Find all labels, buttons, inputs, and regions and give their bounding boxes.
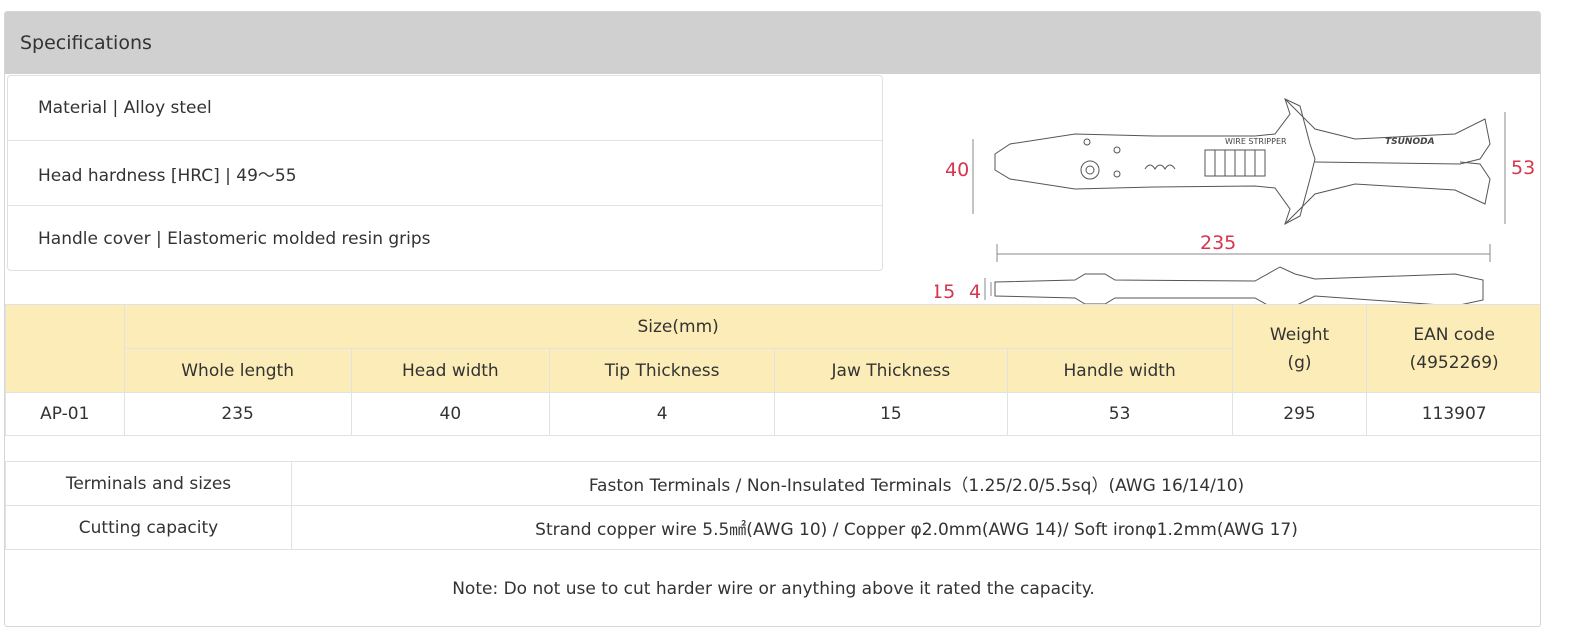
jaw-thickness-cell: 15: [774, 392, 1008, 436]
whole-length-cell: 235: [123, 392, 352, 436]
cutting-label: Cutting capacity: [5, 505, 292, 550]
spec-handle-cover: Handle cover | Elastomeric molded resin …: [38, 228, 431, 249]
handle-width-cell: 53: [1006, 392, 1233, 436]
ean-header-prefix: (4952269): [1409, 352, 1499, 373]
dim-tip-thickness: 4: [969, 281, 981, 303]
dim-handle-width: 53: [1511, 157, 1535, 179]
usage-note: Note: Do not use to cut harder wire or a…: [452, 579, 1095, 599]
ean-header: EAN code (4952269): [1366, 304, 1540, 393]
dim-whole-length: 235: [1200, 232, 1236, 254]
col-whole-length: Whole length: [123, 348, 352, 393]
detail-row-cutting: Cutting capacity Strand copper wire 5.5㎟…: [5, 505, 1540, 550]
weight-header-unit: (g): [1287, 352, 1312, 373]
details-table: Terminals and sizes Faston Terminals / N…: [5, 461, 1540, 550]
model-header-cell: [5, 304, 125, 393]
cutting-value: Strand copper wire 5.5㎟(AWG 10) / Copper…: [291, 505, 1540, 550]
brand-logo: TSUNODA: [1385, 137, 1435, 147]
spec-list: Material | Alloy steel Head hardness [HR…: [7, 75, 883, 271]
tip-thickness-cell: 4: [548, 392, 776, 436]
spec-material: Material | Alloy steel: [8, 76, 882, 141]
col-jaw-thickness: Jaw Thickness: [774, 348, 1008, 393]
weight-header: Weight (g): [1231, 304, 1368, 393]
plier-technical-drawing: WIRE STRIPPER TSUNODA 40 53 235 15 4: [935, 98, 1535, 310]
table-row: AP-01 235 40 4 15 53 295 113907: [5, 392, 1540, 436]
size-group-header: Size(mm): [123, 304, 1233, 349]
specifications-panel: Specifications Material | Alloy steel He…: [4, 11, 1541, 627]
col-head-width: Head width: [350, 348, 550, 393]
panel-title: Specifications: [5, 12, 1540, 74]
col-tip-thickness: Tip Thickness: [548, 348, 776, 393]
size-table: Size(mm) Weight (g) EAN code (4952269) W…: [5, 304, 1540, 436]
col-handle-width: Handle width: [1006, 348, 1233, 393]
head-width-cell: 40: [350, 392, 550, 436]
terminals-label: Terminals and sizes: [5, 461, 292, 506]
detail-row-terminals: Terminals and sizes Faston Terminals / N…: [5, 461, 1540, 506]
weight-header-label: Weight: [1269, 324, 1330, 345]
dim-head-width: 40: [945, 159, 969, 181]
terminals-value: Faston Terminals / Non-Insulated Termina…: [291, 461, 1540, 506]
ean-cell: 113907: [1366, 392, 1540, 436]
wire-stripper-label: WIRE STRIPPER: [1225, 137, 1287, 146]
dim-jaw-thickness: 15: [935, 281, 955, 303]
model-cell: AP-01: [5, 392, 125, 436]
ean-header-label: EAN code: [1413, 324, 1495, 345]
weight-cell: 295: [1231, 392, 1368, 436]
spec-head-hardness: Head hardness [HRC] | 49～55: [8, 141, 882, 206]
